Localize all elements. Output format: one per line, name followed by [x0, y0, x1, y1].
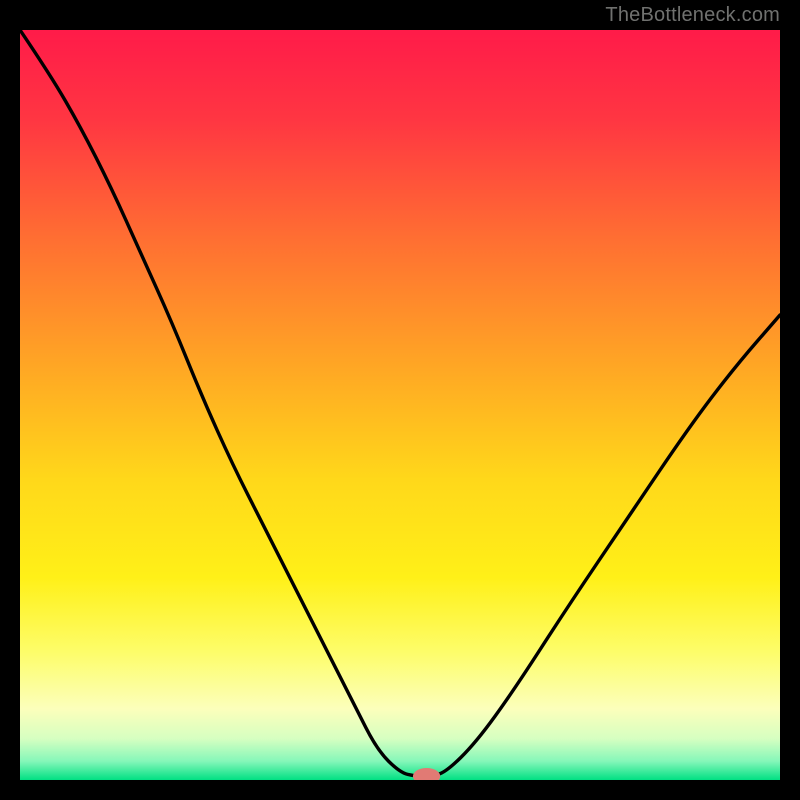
watermark-label: TheBottleneck.com — [605, 4, 780, 27]
bottleneck-chart — [20, 30, 780, 780]
chart-frame: TheBottleneck.com — [0, 0, 800, 800]
chart-background — [20, 30, 780, 780]
